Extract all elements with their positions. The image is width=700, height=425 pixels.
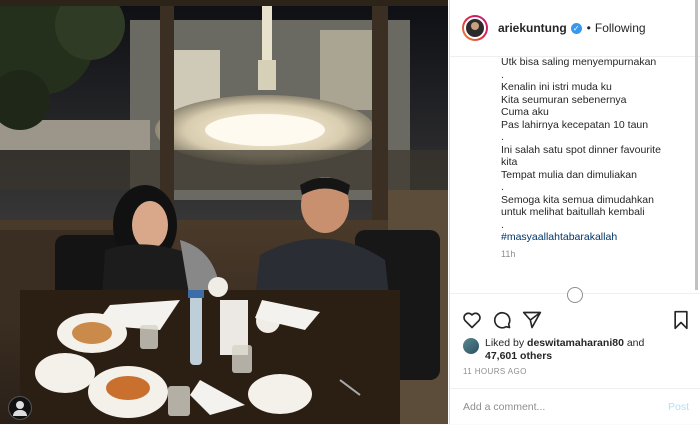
caption-line: untuk melihat baitullah kembali [501,206,645,218]
caption-line: Cuma aku [501,106,549,118]
verified-icon: ✓ [570,22,582,34]
caption-line: Pas lahirnya kecepatan 10 taun [501,118,649,131]
post-photo[interactable] [0,0,448,424]
likes-prefix: Liked by [485,337,525,349]
caption-scrollbar[interactable] [695,0,698,290]
caption-line: Kenalin ini istri muda ku [501,81,612,93]
caption-line: Semoga kita semua dimudahkan [501,193,654,206]
caption-line: . [501,181,504,193]
user-tag-icon[interactable] [8,396,32,420]
caption-line: Tempat mulia dan dimuliakan [501,168,637,181]
avatar[interactable] [462,15,488,41]
action-bar [450,306,700,334]
caption-line: . [501,68,504,81]
post-header: ariekuntung ✓ • Following [450,0,700,57]
photo-illustration [0,0,448,424]
caption-line: Utk bisa saling menyempurnakan [501,56,657,68]
username-link[interactable]: ariekuntung [498,21,567,35]
likes-and: and [626,337,645,349]
comment-icon[interactable] [492,310,512,330]
caption-line: Ini salah satu spot dinner favourite [501,143,661,156]
hashtag-link[interactable]: #masyaallahtabarakallah [450,231,690,244]
likes-count[interactable]: 47,601 others [485,350,552,362]
instagram-post-modal: ariekuntung ✓ • Following Utk bisa salin… [0,0,700,424]
caption-line: . [501,131,504,143]
following-button[interactable]: Following [595,21,646,35]
post-sidebar: ariekuntung ✓ • Following Utk bisa salin… [449,0,700,424]
heart-icon[interactable] [462,310,482,330]
separator-dot: • [586,21,591,35]
caption: Utk bisa saling menyempurnakan . Kenalin… [450,56,690,282]
scroll-indicator[interactable] [567,287,583,303]
comment-input[interactable]: Add a comment... [463,401,668,413]
liker-username[interactable]: deswitamaharani80 [527,337,624,349]
likes-summary: Liked by deswitamaharani80 and 47,601 ot… [463,337,644,363]
caption-line: Kita seumuran sebenernya [501,93,627,106]
post-timestamp[interactable]: 11 HOURS AGO [463,367,527,376]
bookmark-icon[interactable] [672,310,690,330]
liker-avatar[interactable] [463,338,479,354]
caption-time: 11h [501,248,516,259]
comment-bar: Add a comment... Post [450,388,700,425]
caption-line: . [501,218,504,231]
caption-line: kita [501,156,518,168]
likes-text: Liked by deswitamaharani80 and 47,601 ot… [485,337,644,363]
share-icon[interactable] [522,310,542,330]
post-comment-button[interactable]: Post [668,401,689,413]
